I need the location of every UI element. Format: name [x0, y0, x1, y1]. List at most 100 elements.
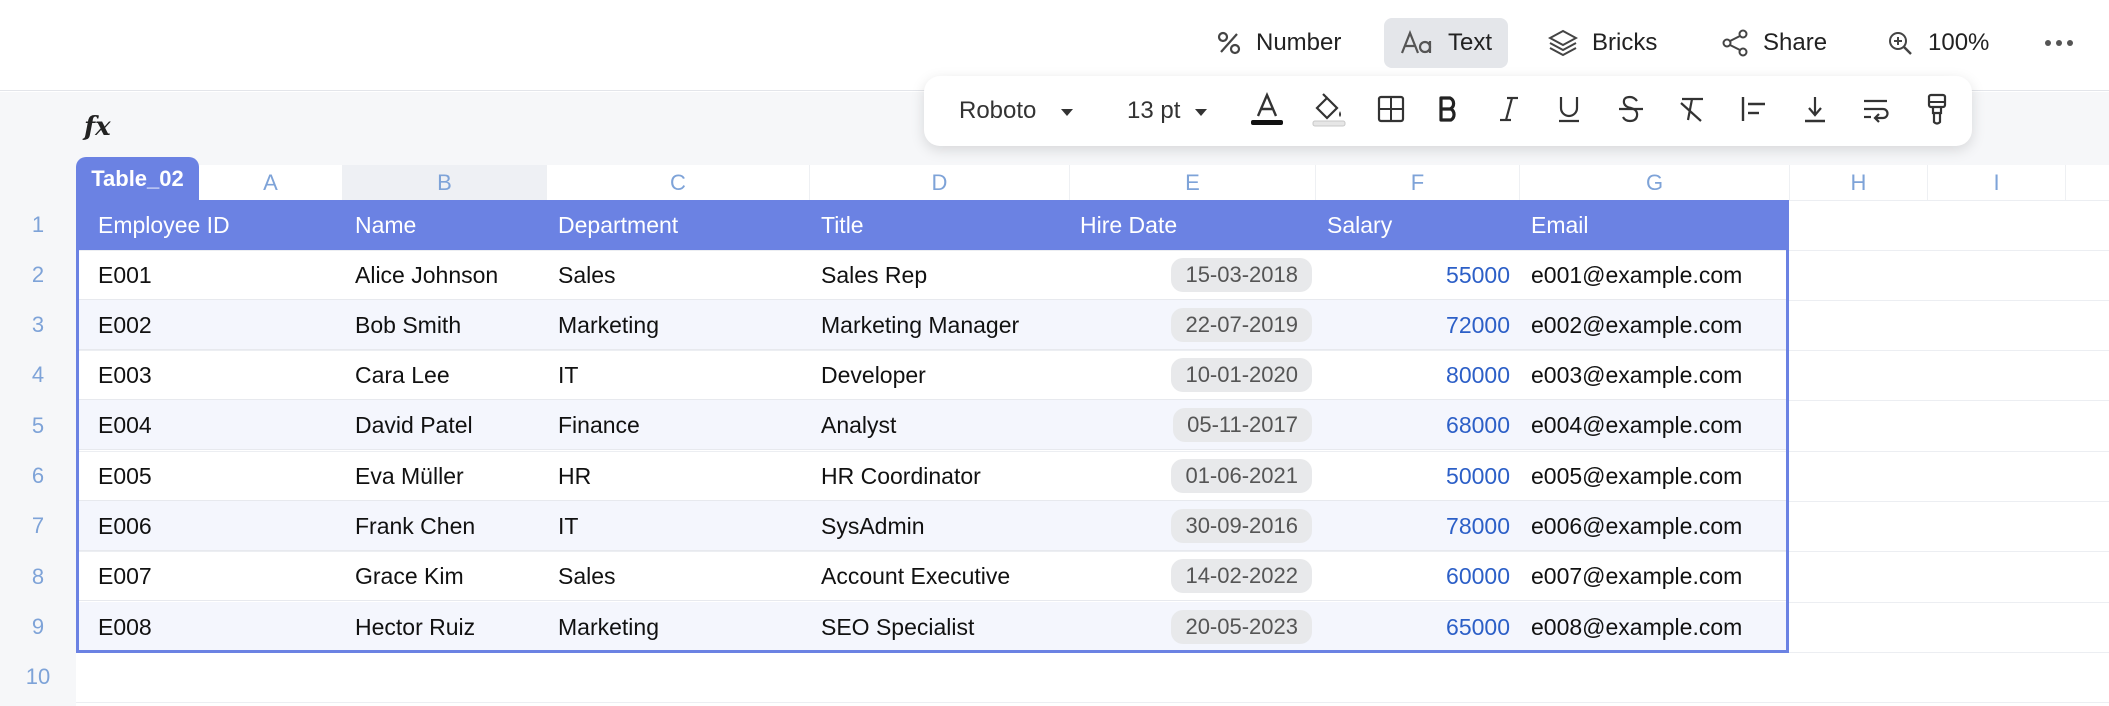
- cell-department[interactable]: Sales: [558, 250, 808, 300]
- bold-button[interactable]: [1424, 86, 1474, 136]
- cell-email[interactable]: e004@example.com: [1531, 400, 1786, 450]
- header-hire-date[interactable]: Hire Date: [1080, 200, 1177, 250]
- cell-hire-date[interactable]: 01-06-2021: [1080, 451, 1312, 501]
- cell-hire-date[interactable]: 20-05-2023: [1080, 602, 1312, 652]
- format-painter-button[interactable]: [1912, 86, 1962, 136]
- cell-hire-date[interactable]: 05-11-2017: [1080, 400, 1312, 450]
- column-header-g[interactable]: G: [1520, 165, 1790, 200]
- cell-department[interactable]: IT: [558, 350, 808, 400]
- cell-email[interactable]: e006@example.com: [1531, 501, 1786, 551]
- bricks-button[interactable]: Bricks: [1532, 18, 1673, 68]
- cell-employee-id[interactable]: E002: [98, 300, 338, 350]
- cell-department[interactable]: Finance: [558, 400, 808, 450]
- cell-name[interactable]: Hector Ruiz: [355, 602, 545, 652]
- table-name-tab[interactable]: Table_02: [76, 157, 199, 201]
- column-header-b[interactable]: B: [343, 165, 547, 200]
- cell-title[interactable]: Marketing Manager: [821, 300, 1066, 350]
- cell-hire-date[interactable]: 30-09-2016: [1080, 501, 1312, 551]
- cell-hire-date[interactable]: 22-07-2019: [1080, 300, 1312, 350]
- share-button[interactable]: Share: [1705, 18, 1843, 68]
- cell-salary[interactable]: 78000: [1316, 501, 1510, 551]
- row-header-3[interactable]: 3: [0, 300, 76, 350]
- cell-salary[interactable]: 72000: [1316, 300, 1510, 350]
- row-header-9[interactable]: 9: [0, 602, 76, 652]
- cell-name[interactable]: Bob Smith: [355, 300, 545, 350]
- column-header-c[interactable]: C: [547, 165, 810, 200]
- header-email[interactable]: Email: [1531, 200, 1589, 250]
- header-employee-id[interactable]: Employee ID: [98, 200, 230, 250]
- cell-department[interactable]: IT: [558, 501, 808, 551]
- row-header-2[interactable]: 2: [0, 250, 76, 300]
- cell-name[interactable]: Cara Lee: [355, 350, 545, 400]
- cell-email[interactable]: e007@example.com: [1531, 551, 1786, 601]
- cell-hire-date[interactable]: 15-03-2018: [1080, 250, 1312, 300]
- column-header-e[interactable]: E: [1070, 165, 1316, 200]
- cell-salary[interactable]: 65000: [1316, 602, 1510, 652]
- header-department[interactable]: Department: [558, 200, 678, 250]
- row-header-5[interactable]: 5: [0, 400, 76, 451]
- font-size-dropdown[interactable]: 13 pt: [1127, 86, 1237, 136]
- cell-hire-date[interactable]: 14-02-2022: [1080, 551, 1312, 601]
- text-color-button[interactable]: [1242, 86, 1292, 136]
- cell-title[interactable]: SEO Specialist: [821, 602, 1066, 652]
- vertical-align-bottom-button[interactable]: [1790, 86, 1840, 136]
- cell-email[interactable]: e003@example.com: [1531, 350, 1786, 400]
- cell-employee-id[interactable]: E007: [98, 551, 338, 601]
- clear-format-button[interactable]: [1667, 86, 1717, 136]
- column-header-f[interactable]: F: [1316, 165, 1520, 200]
- cell-title[interactable]: Developer: [821, 350, 1066, 400]
- cell-employee-id[interactable]: E004: [98, 400, 338, 450]
- cell-employee-id[interactable]: E003: [98, 350, 338, 400]
- cell-salary[interactable]: 50000: [1316, 451, 1510, 501]
- row-header-4[interactable]: 4: [0, 350, 76, 400]
- cell-title[interactable]: Sales Rep: [821, 250, 1066, 300]
- zoom-button[interactable]: 100%: [1870, 18, 2005, 68]
- text-wrap-button[interactable]: [1851, 86, 1901, 136]
- cell-title[interactable]: HR Coordinator: [821, 451, 1066, 501]
- cell-employee-id[interactable]: E005: [98, 451, 338, 501]
- cell-title[interactable]: Account Executive: [821, 551, 1066, 601]
- cell-employee-id[interactable]: E001: [98, 250, 338, 300]
- column-header-h[interactable]: H: [1790, 165, 1928, 200]
- cell-employee-id[interactable]: E008: [98, 602, 338, 652]
- font-family-dropdown[interactable]: Roboto: [959, 86, 1099, 136]
- cell-title[interactable]: Analyst: [821, 400, 1066, 450]
- italic-button[interactable]: [1484, 86, 1534, 136]
- cell-name[interactable]: Alice Johnson: [355, 250, 545, 300]
- header-salary[interactable]: Salary: [1327, 200, 1392, 250]
- strikethrough-button[interactable]: [1606, 86, 1656, 136]
- row-header-1[interactable]: 1: [0, 200, 76, 250]
- cell-name[interactable]: Frank Chen: [355, 501, 545, 551]
- cell-department[interactable]: Sales: [558, 551, 808, 601]
- number-format-button[interactable]: Number: [1200, 18, 1357, 68]
- cell-department[interactable]: Marketing: [558, 602, 808, 652]
- cell-email[interactable]: e002@example.com: [1531, 300, 1786, 350]
- text-format-button[interactable]: Text: [1384, 18, 1509, 68]
- row-header-7[interactable]: 7: [0, 501, 76, 551]
- cell-department[interactable]: HR: [558, 451, 808, 501]
- cell-email[interactable]: e008@example.com: [1531, 602, 1786, 652]
- cell-name[interactable]: Eva Müller: [355, 451, 545, 501]
- cell-salary[interactable]: 60000: [1316, 551, 1510, 601]
- underline-button[interactable]: [1544, 86, 1594, 136]
- column-header-i[interactable]: I: [1928, 165, 2066, 200]
- cell-hire-date[interactable]: 10-01-2020: [1080, 350, 1312, 400]
- row-header-8[interactable]: 8: [0, 551, 76, 602]
- cell-title[interactable]: SysAdmin: [821, 501, 1066, 551]
- cell-salary[interactable]: 68000: [1316, 400, 1510, 450]
- fill-color-button[interactable]: [1304, 86, 1354, 136]
- cell-email[interactable]: e001@example.com: [1531, 250, 1786, 300]
- more-options-button[interactable]: [2028, 18, 2090, 68]
- cell-name[interactable]: David Patel: [355, 400, 545, 450]
- cell-department[interactable]: Marketing: [558, 300, 808, 350]
- cell-employee-id[interactable]: E006: [98, 501, 338, 551]
- header-name[interactable]: Name: [355, 200, 416, 250]
- borders-button[interactable]: [1366, 86, 1416, 136]
- header-title[interactable]: Title: [821, 200, 864, 250]
- align-left-button[interactable]: [1729, 86, 1779, 136]
- cell-salary[interactable]: 80000: [1316, 350, 1510, 400]
- column-header-d[interactable]: D: [810, 165, 1070, 200]
- cell-name[interactable]: Grace Kim: [355, 551, 545, 601]
- row-header-6[interactable]: 6: [0, 451, 76, 501]
- row-header-10[interactable]: 10: [0, 652, 76, 702]
